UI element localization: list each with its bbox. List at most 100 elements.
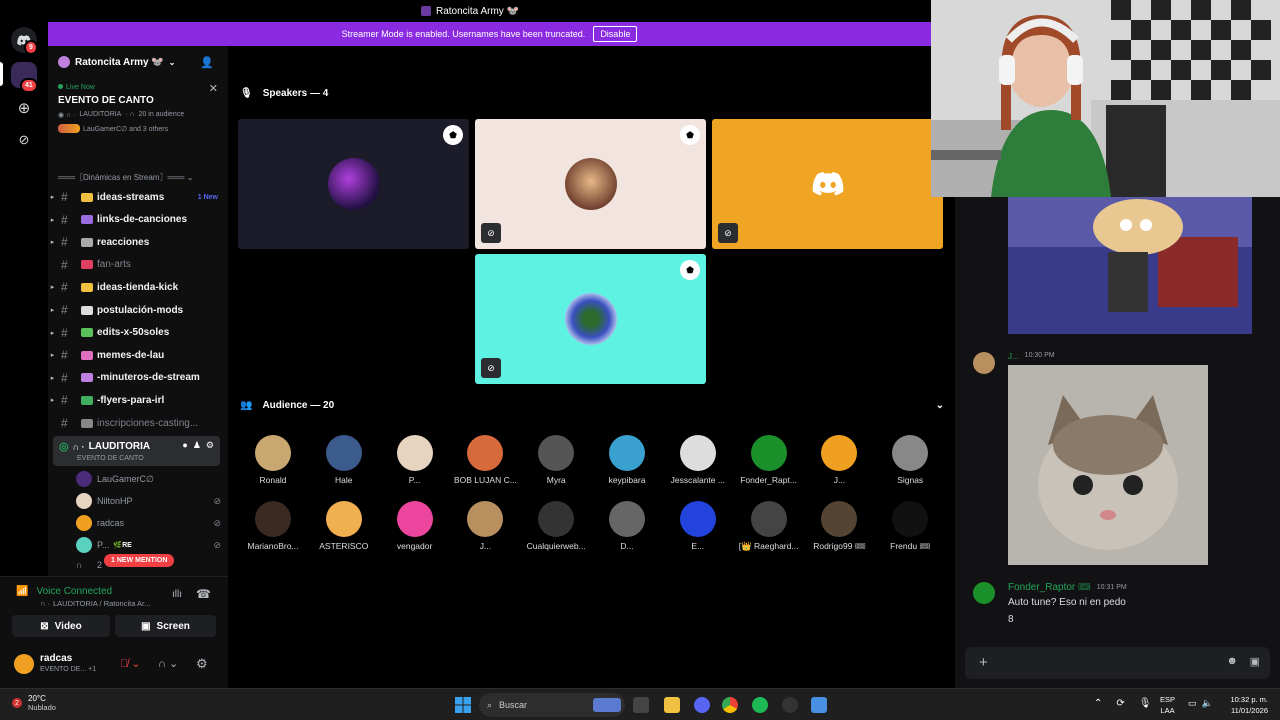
channel-category[interactable]: ═══〖Dinámicas en Stream〗═══ ⌄: [58, 172, 193, 183]
add-member-icon[interactable]: ♟: [193, 440, 201, 451]
audience-member[interactable]: Jesscalante ...: [663, 435, 733, 485]
weather-widget[interactable]: 2 20°C Nublado: [12, 694, 56, 712]
message-author[interactable]: J...: [1008, 352, 1019, 361]
voice-location[interactable]: LAUDITORIA / Ratoncita Ar...: [53, 599, 150, 608]
live-event-card[interactable]: Live Now EVENTO DE CANTO ✕ ◉ ∩ · LAUDITO…: [52, 80, 224, 150]
stage-channel-active[interactable]: ◎ ∩ · LAUDITORIA EVENTO DE CANTO ● ♟ ⚙: [53, 436, 220, 466]
voice-user[interactable]: P... 🌿RE ⊘: [76, 535, 221, 555]
microphone-icon[interactable]: 🎙: [1139, 698, 1152, 709]
channel-item[interactable]: # fan-arts: [48, 254, 228, 276]
audience-member[interactable]: Myra: [521, 435, 591, 485]
task-view-icon[interactable]: [633, 697, 649, 713]
file-explorer-icon[interactable]: [664, 697, 680, 713]
audience-member[interactable]: Signas: [875, 435, 945, 485]
disable-streamer-mode-button[interactable]: Disable: [593, 26, 638, 42]
lang-secondary: LAA: [1160, 706, 1175, 715]
windows-start-icon[interactable]: [455, 697, 471, 713]
audience-member[interactable]: P...: [380, 435, 450, 485]
video-button[interactable]: ⊠ Video: [12, 615, 110, 637]
emoji-icon[interactable]: ☻: [1226, 655, 1238, 667]
kitten-image[interactable]: [1008, 365, 1208, 565]
audience-member[interactable]: E...: [663, 501, 733, 551]
channel-item[interactable]: # inscripciones-casting...: [48, 412, 228, 434]
audience-member[interactable]: D...: [592, 501, 662, 551]
audience-member[interactable]: J...: [804, 435, 874, 485]
monitor-icon[interactable]: ▭: [1188, 698, 1197, 709]
gear-icon[interactable]: ⚙: [206, 440, 214, 451]
audience-section[interactable]: 👥 Audience — 20 ⌄: [240, 400, 944, 411]
channel-item[interactable]: ▸ # edits-x-50soles: [48, 322, 228, 344]
avatar[interactable]: [973, 352, 995, 374]
headphones-icon[interactable]: ∩ ⌄: [158, 657, 178, 670]
avatar[interactable]: [973, 582, 995, 604]
disconnect-icon[interactable]: ☎: [196, 587, 211, 601]
chevron-down-icon[interactable]: ⌄: [936, 400, 944, 411]
add-server-icon[interactable]: ⊕: [11, 95, 37, 121]
speaker-tile[interactable]: ⬟ ⊘: [475, 254, 706, 384]
channel-item[interactable]: ▸ # reacciones: [48, 231, 228, 253]
voice-user[interactable]: LauGamerC∅: [76, 469, 221, 489]
audience-member[interactable]: Ronald: [238, 435, 308, 485]
channel-item[interactable]: ▸ # memes-de-lau: [48, 344, 228, 366]
speaker-tile[interactable]: ⬟: [238, 119, 469, 249]
audience-member[interactable]: [👑 Raeghard...: [734, 501, 804, 552]
channel-item[interactable]: ▸ # -flyers-para-irl: [48, 389, 228, 411]
audience-member[interactable]: ASTERISCO: [309, 501, 379, 551]
add-attachment-icon[interactable]: +: [979, 654, 988, 671]
server-header[interactable]: Ratoncita Army 🐭 ⌄ 👤: [48, 46, 228, 78]
moderator-shield-icon: ⬟: [680, 125, 700, 145]
close-icon[interactable]: ✕: [209, 82, 218, 95]
chevron-up-icon[interactable]: ⌃: [1094, 698, 1102, 709]
invite-people-icon[interactable]: 👤: [200, 56, 214, 69]
voice-status[interactable]: Voice Connected: [36, 586, 112, 597]
screen-share-button[interactable]: ▣ Screen: [115, 615, 216, 637]
channel-emoji-icon: [81, 192, 93, 202]
channel-item[interactable]: ▸ # links-de-canciones: [48, 209, 228, 231]
signal-icon[interactable]: 📶: [16, 586, 28, 597]
language-indicator[interactable]: ESP LAA: [1160, 694, 1175, 716]
audience-member[interactable]: vengador: [380, 501, 450, 551]
gif-icon[interactable]: ▣: [1250, 655, 1260, 668]
voice-user[interactable]: NiltonHP ⊘: [76, 491, 221, 511]
sync-icon[interactable]: ⟳: [1116, 698, 1124, 709]
speaker-tile[interactable]: ⬟ ⊘: [475, 119, 706, 249]
noise-suppression-icon[interactable]: ıllı: [172, 589, 182, 600]
audience-member[interactable]: MarianoBro...: [238, 501, 308, 551]
audience-member[interactable]: Fonder_Rapt...: [734, 435, 804, 485]
clock[interactable]: 10:32 p. m. 11/01/2026: [1230, 694, 1268, 716]
audience-member[interactable]: BOB LUJAN C...: [450, 435, 520, 485]
moderator-shield-icon: ⬟: [443, 125, 463, 145]
spotify-icon[interactable]: [752, 697, 768, 713]
volume-icon[interactable]: 🔈: [1202, 698, 1213, 709]
notepad-icon[interactable]: [811, 697, 827, 713]
audience-member[interactable]: Cualquierweb...: [521, 501, 591, 551]
cartoon-image[interactable]: [1008, 197, 1252, 334]
live-channel: LAUDITORIA: [79, 111, 122, 118]
audience-member[interactable]: J...: [450, 501, 520, 551]
channel-item[interactable]: ▸ # ideas-tienda-kick: [48, 276, 228, 298]
audience-member[interactable]: keypibara: [592, 435, 662, 485]
voice-user[interactable]: radcas ⊘: [76, 513, 221, 533]
user-avatar[interactable]: [14, 654, 34, 674]
audience-member[interactable]: Rodrigo99 🎟: [804, 501, 874, 552]
new-mention-pill[interactable]: 1 NEW MENTION: [104, 554, 175, 567]
mic-muted-icon[interactable]: 🎙̸ ⌄: [120, 657, 141, 670]
channel-emoji-icon: [81, 215, 93, 225]
message-author[interactable]: Fonder_Raptor 🎟: [1008, 582, 1091, 593]
user-name[interactable]: radcas: [40, 653, 72, 664]
taskbar-search[interactable]: ⌕ Buscar: [479, 693, 625, 717]
discord-taskbar-icon[interactable]: [694, 697, 710, 713]
audience-member[interactable]: Hale: [309, 435, 379, 485]
chat-bubble-icon[interactable]: ●: [182, 440, 187, 451]
gear-icon[interactable]: ⚙: [196, 656, 208, 672]
audience-member[interactable]: Frendu 🎟: [875, 501, 945, 552]
speaker-tile[interactable]: ⊘: [712, 119, 943, 249]
channel-item[interactable]: ▸ # ideas-streams 1 New: [48, 186, 228, 208]
channel-item[interactable]: ▸ # postulación-mods: [48, 299, 228, 321]
discover-icon[interactable]: ⊘: [11, 127, 37, 153]
obs-icon[interactable]: [782, 697, 798, 713]
channel-item[interactable]: ▸ # -minuteros-de-stream: [48, 367, 228, 389]
chrome-icon[interactable]: [722, 697, 738, 713]
channel-name: -flyers-para-irl: [97, 394, 165, 406]
chat-input[interactable]: + ☻ ▣: [965, 647, 1270, 679]
